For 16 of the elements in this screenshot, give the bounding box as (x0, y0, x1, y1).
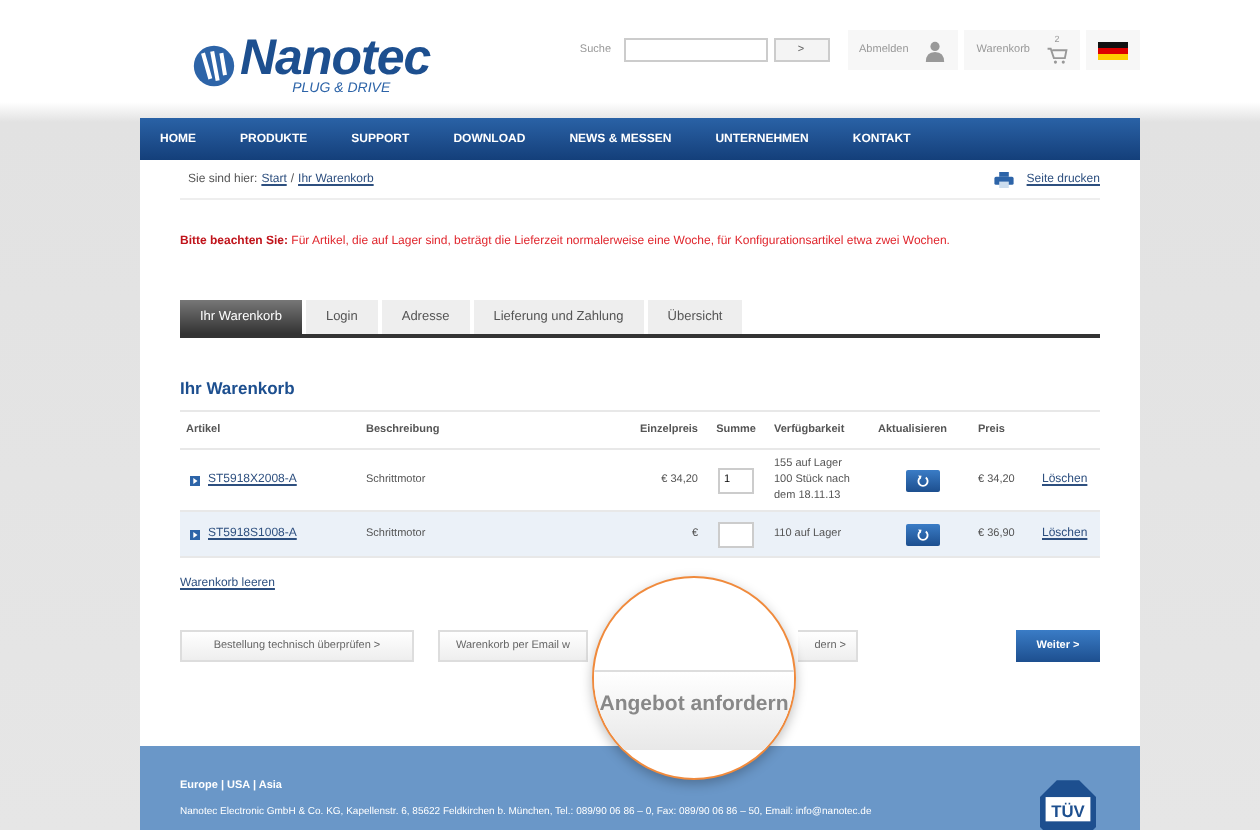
refresh-icon[interactable] (915, 473, 929, 487)
logo-wordmark: Nanotec (240, 34, 431, 82)
arrow-square-icon[interactable] (190, 475, 200, 485)
refresh-icon[interactable] (915, 527, 929, 541)
german-flag-icon[interactable] (1098, 41, 1128, 59)
arrow-square-icon[interactable] (190, 529, 200, 539)
search-field[interactable] (623, 38, 768, 62)
user-icon[interactable] (924, 39, 947, 61)
refresh-button[interactable] (905, 523, 939, 545)
printer-icon[interactable] (994, 171, 1015, 187)
certification-seal-icon: TÜV (1040, 780, 1096, 830)
logo-icon (192, 43, 236, 87)
cart-heading: Ihr Warenkorb (180, 378, 297, 398)
refresh-button[interactable] (905, 469, 939, 491)
quantity-field[interactable] (718, 521, 754, 547)
cart-icon[interactable] (1046, 44, 1068, 66)
